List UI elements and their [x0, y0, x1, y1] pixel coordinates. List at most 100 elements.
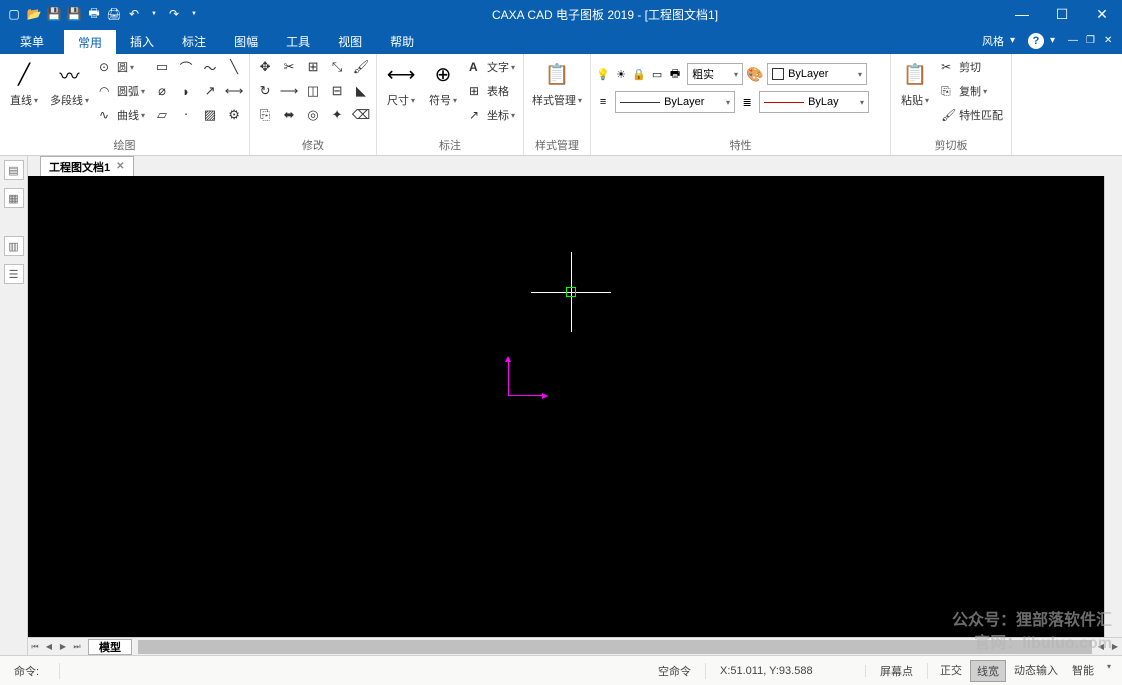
nav-first-icon[interactable]: ⏮: [28, 640, 42, 654]
camera-icon[interactable]: ⌀: [151, 80, 173, 102]
rline-icon[interactable]: ╲: [223, 56, 245, 78]
rotate-icon[interactable]: ↻: [254, 80, 276, 102]
coord-button[interactable]: ↗坐标▾: [465, 104, 519, 126]
curve-button[interactable]: ∿曲线▾: [95, 104, 149, 126]
lineweight-combo[interactable]: ByLay▾: [759, 91, 869, 113]
new-icon[interactable]: ▢: [6, 6, 22, 22]
mdi-min-icon[interactable]: —: [1068, 35, 1080, 47]
palette-3-icon[interactable]: ▥: [4, 236, 24, 256]
tab-tools[interactable]: 工具: [272, 28, 324, 54]
move-icon[interactable]: ✥: [254, 56, 276, 78]
drawing-canvas[interactable]: [28, 176, 1104, 637]
horizontal-scrollbar[interactable]: [138, 640, 1092, 654]
tab-insert[interactable]: 插入: [116, 28, 168, 54]
lineweight-toggle[interactable]: 线宽: [970, 660, 1006, 682]
document-tab-close-icon[interactable]: ✕: [116, 161, 124, 172]
tab-annotate[interactable]: 标注: [168, 28, 220, 54]
open-icon[interactable]: 📂: [26, 6, 42, 22]
symbol-button[interactable]: ⊕ 符号▾: [423, 56, 463, 110]
paren-icon[interactable]: ◗: [175, 80, 197, 102]
undo-icon[interactable]: ↶: [126, 6, 142, 22]
document-tab[interactable]: 工程图文档1 ✕: [40, 156, 134, 176]
match-button[interactable]: 🖌特性匹配: [937, 104, 1007, 126]
copy-button[interactable]: ⎘复制▾: [937, 80, 1007, 102]
snap-toggle[interactable]: 智能: [1066, 660, 1100, 682]
scale-icon[interactable]: ⤡: [326, 56, 348, 78]
minimize-button[interactable]: —: [1002, 0, 1042, 28]
plot-icon[interactable]: 🖶: [667, 66, 683, 82]
dimension-button[interactable]: ⟷ 尺寸▾: [381, 56, 421, 110]
trim-icon[interactable]: ✂: [278, 56, 300, 78]
bulb-icon[interactable]: 💡: [595, 66, 611, 82]
brush-icon[interactable]: 🖌: [350, 56, 372, 78]
lock-icon[interactable]: 🔒: [631, 66, 647, 82]
tab-frame[interactable]: 图幅: [220, 28, 272, 54]
copy-icon[interactable]: ⎘: [254, 104, 276, 126]
maximize-button[interactable]: ☐: [1042, 0, 1082, 28]
offset-icon[interactable]: ◎: [302, 104, 324, 126]
close-button[interactable]: ✕: [1082, 0, 1122, 28]
hatch-icon[interactable]: ▨: [199, 104, 221, 126]
palette-2-icon[interactable]: ▦: [4, 188, 24, 208]
tab-help[interactable]: 帮助: [376, 28, 428, 54]
mdi-close-icon[interactable]: ✕: [1104, 35, 1116, 47]
plot-icon[interactable]: 🖶: [86, 6, 102, 22]
dynamic-input-toggle[interactable]: 动态输入: [1008, 660, 1064, 682]
extend-icon[interactable]: ⟶: [278, 80, 300, 102]
model-tab[interactable]: 模型: [88, 639, 132, 655]
mirror-icon[interactable]: ◫: [302, 80, 324, 102]
file-menu[interactable]: 菜单: [0, 28, 64, 54]
style-drop-icon[interactable]: ▾: [1010, 35, 1022, 47]
linetype-icon[interactable]: ≡: [595, 94, 611, 110]
undo-drop-icon[interactable]: ▼: [146, 6, 162, 22]
break-icon[interactable]: ⊟: [326, 80, 348, 102]
tab-common[interactable]: 常用: [64, 28, 116, 54]
line-button[interactable]: ╱ 直线▾: [4, 56, 44, 110]
rect2-icon[interactable]: ▱: [151, 104, 173, 126]
explode-icon[interactable]: ✦: [326, 104, 348, 126]
status-drop-icon[interactable]: ▾: [1102, 660, 1116, 674]
style-manager-button[interactable]: 📋 样式管理▾: [528, 56, 586, 110]
palette-4-icon[interactable]: ☰: [4, 264, 24, 284]
scroll-right-icon[interactable]: ▶: [1108, 640, 1122, 654]
linetype-combo[interactable]: 粗实▾: [687, 63, 743, 85]
vertical-scrollbar[interactable]: [1104, 176, 1122, 637]
chamfer-icon[interactable]: ◣: [350, 80, 372, 102]
arc-button[interactable]: ◠圆弧▾: [95, 80, 149, 102]
arc2-icon[interactable]: ⌒: [175, 56, 197, 78]
rect-icon[interactable]: ▭: [151, 56, 173, 78]
scroll-left-icon[interactable]: ◀: [1094, 640, 1108, 654]
layer-combo[interactable]: ByLayer▾: [767, 63, 867, 85]
saveall-icon[interactable]: 💾: [66, 6, 82, 22]
help-drop-icon[interactable]: ▾: [1050, 35, 1062, 47]
erase-icon[interactable]: ⌫: [350, 104, 372, 126]
tab-view[interactable]: 视图: [324, 28, 376, 54]
array-icon[interactable]: ⊞: [302, 56, 324, 78]
paste-button[interactable]: 📋 粘贴▾: [895, 56, 935, 110]
style-label[interactable]: 风格: [982, 33, 1004, 49]
point-icon[interactable]: ⋅: [175, 104, 197, 126]
gear-icon[interactable]: ⚙: [223, 104, 245, 126]
nav-last-icon[interactable]: ⏭: [70, 640, 84, 654]
save-icon[interactable]: 💾: [46, 6, 62, 22]
table-button[interactable]: ⊞表格: [465, 80, 519, 102]
linetype2-combo[interactable]: ByLayer▾: [615, 91, 735, 113]
print-icon[interactable]: 🖨: [106, 6, 122, 22]
redo-icon[interactable]: ↷: [166, 6, 182, 22]
polyline-button[interactable]: 〰 多段线▾: [46, 56, 93, 110]
wave-icon[interactable]: 〜: [199, 56, 221, 78]
screen-point[interactable]: 屏幕点: [866, 663, 928, 679]
text-button[interactable]: A文字▾: [465, 56, 519, 78]
nav-prev-icon[interactable]: ◀: [42, 640, 56, 654]
dim-icon[interactable]: ⟷: [223, 80, 245, 102]
help-icon[interactable]: ?: [1028, 33, 1044, 49]
flag-icon[interactable]: ↗: [199, 80, 221, 102]
color-wheel-icon[interactable]: 🎨: [747, 66, 763, 82]
cut-button[interactable]: ✂剪切: [937, 56, 1007, 78]
frame-icon[interactable]: ▭: [649, 66, 665, 82]
nav-next-icon[interactable]: ▶: [56, 640, 70, 654]
stretch-icon[interactable]: ⬌: [278, 104, 300, 126]
lineweight-icon[interactable]: ≣: [739, 94, 755, 110]
sun-icon[interactable]: ☀: [613, 66, 629, 82]
palette-1-icon[interactable]: ▤: [4, 160, 24, 180]
